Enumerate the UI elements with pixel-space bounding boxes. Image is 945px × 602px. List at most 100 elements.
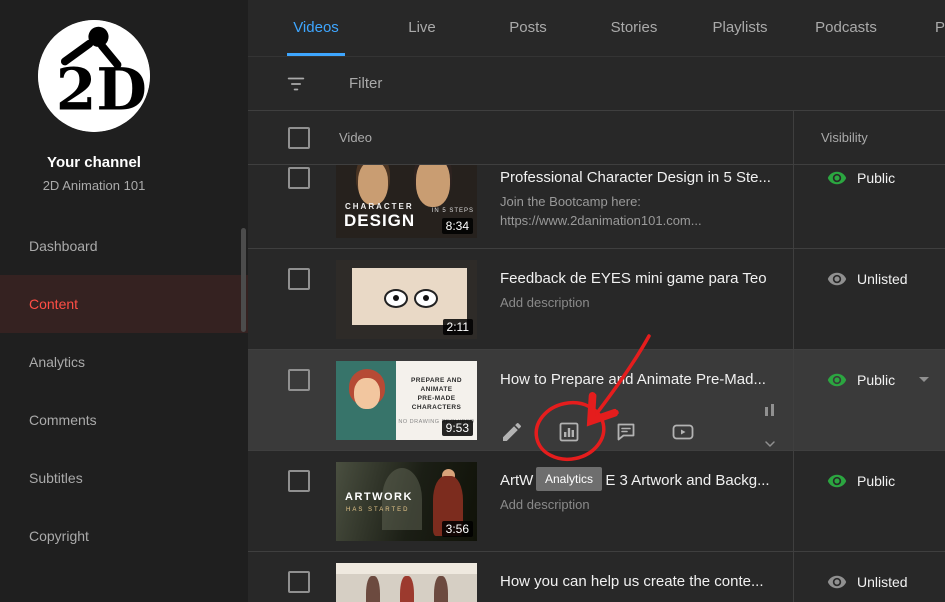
video-row-3[interactable]: PREPARE AND ANIMATE PRE-MADE CHARACTERS … xyxy=(248,350,945,451)
public-eye-icon xyxy=(827,471,847,491)
video-thumbnail[interactable]: PREPARE AND ANIMATE PRE-MADE CHARACTERS … xyxy=(336,361,477,440)
channel-name: Your channel xyxy=(0,154,188,171)
thumbnail-art xyxy=(434,576,448,602)
edit-pencil-icon[interactable] xyxy=(500,420,524,444)
thumbnail-art xyxy=(352,268,467,325)
thumbnail-text: HAS STARTED xyxy=(346,507,409,513)
select-all-checkbox[interactable] xyxy=(288,127,310,149)
duration-badge: 3:56 xyxy=(442,521,473,537)
add-description-link[interactable]: Add description xyxy=(500,497,590,512)
visibility-label: Public xyxy=(857,372,895,388)
svg-text:2D: 2D xyxy=(56,55,147,124)
sidebar-item-dashboard[interactable]: Dashboard xyxy=(0,217,248,275)
duration-badge: 2:11 xyxy=(443,319,473,335)
sidebar-item-comments[interactable]: Comments xyxy=(0,391,248,449)
channel-avatar[interactable]: 2D xyxy=(38,20,150,132)
row-hover-actions xyxy=(500,420,695,444)
visibility-cell[interactable]: Public xyxy=(793,165,945,248)
thumbnail-text: IN 5 STEPS xyxy=(432,208,474,214)
visibility-dropdown-caret[interactable] xyxy=(919,377,929,382)
visibility-column-header: Visibility xyxy=(793,111,945,164)
row-checkbox[interactable] xyxy=(288,268,310,290)
tab-stories[interactable]: Stories xyxy=(581,0,687,56)
unlisted-eye-icon xyxy=(827,572,847,592)
thumbnail-art xyxy=(400,576,414,602)
row-checkbox[interactable] xyxy=(288,167,310,189)
tab-partial[interactable]: P xyxy=(899,0,945,56)
tab-posts[interactable]: Posts xyxy=(475,0,581,56)
sidebar-item-copyright[interactable]: Copyright xyxy=(0,507,248,565)
sidebar-scrollbar[interactable] xyxy=(241,228,246,332)
thumbnail-text: DESIGN xyxy=(344,211,415,231)
filter-bar[interactable]: Filter xyxy=(248,57,945,111)
channel-subtitle: 2D Animation 101 xyxy=(0,178,188,193)
visibility-cell[interactable]: Unlisted xyxy=(793,552,945,602)
visibility-label: Public xyxy=(857,170,895,186)
video-column-header: Video xyxy=(339,130,372,145)
sidebar-item-content[interactable]: Content xyxy=(0,275,248,333)
sidebar-item-analytics[interactable]: Analytics xyxy=(0,333,248,391)
video-thumbnail[interactable]: CHARACTER DESIGN IN 5 STEPS 8:34 xyxy=(336,165,477,238)
visibility-cell[interactable]: Public xyxy=(793,451,945,551)
analytics-tooltip: Analytics xyxy=(536,467,602,491)
visibility-cell[interactable]: Unlisted xyxy=(793,249,945,349)
video-row-2[interactable]: 2:11 Feedback de EYES mini game para Teo… xyxy=(248,249,945,350)
row-checkbox[interactable] xyxy=(288,470,310,492)
thumbnail-art xyxy=(358,165,388,205)
mini-stats-icon[interactable] xyxy=(762,402,778,418)
thumbnail-text: CHARACTER xyxy=(345,202,414,211)
row-checkbox[interactable] xyxy=(288,571,310,593)
video-title-suffix: E 3 Artwork and Backg... xyxy=(605,472,769,489)
tab-live[interactable]: Live xyxy=(369,0,475,56)
visibility-cell[interactable]: Public xyxy=(793,350,945,450)
video-list: CHARACTER DESIGN IN 5 STEPS 8:34 Profess… xyxy=(248,165,945,602)
filter-icon xyxy=(285,73,307,95)
video-description: Join the Bootcamp here: https://www.2dan… xyxy=(500,192,793,230)
duration-badge: 9:53 xyxy=(442,420,473,436)
unlisted-eye-icon xyxy=(827,269,847,289)
public-eye-icon xyxy=(827,168,847,188)
video-row-1[interactable]: CHARACTER DESIGN IN 5 STEPS 8:34 Profess… xyxy=(248,165,945,249)
channel-logo-icon: 2D xyxy=(38,20,150,132)
video-thumbnail[interactable]: ARTWORK HAS STARTED 3:56 xyxy=(336,462,477,541)
video-title[interactable]: Professional Character Design in 5 Ste..… xyxy=(500,169,780,186)
youtube-studio-app: 2D Your channel 2D Animation 101 Dashboa… xyxy=(0,0,945,602)
sidebar-item-subtitles[interactable]: Subtitles xyxy=(0,449,248,507)
duration-badge: 8:34 xyxy=(442,218,473,234)
content-main: Videos Live Posts Stories Playlists Podc… xyxy=(248,0,945,602)
video-thumbnail[interactable] xyxy=(336,563,477,602)
filter-label: Filter xyxy=(349,75,382,92)
visibility-label: Unlisted xyxy=(857,574,908,590)
sidebar: 2D Your channel 2D Animation 101 Dashboa… xyxy=(0,0,248,602)
add-description-link[interactable]: Add description xyxy=(500,295,590,310)
chevron-down-icon[interactable] xyxy=(762,436,778,452)
youtube-watch-icon[interactable] xyxy=(671,420,695,444)
thumbnail-art xyxy=(354,378,380,409)
comments-icon[interactable] xyxy=(614,420,638,444)
tab-podcasts[interactable]: Podcasts xyxy=(793,0,899,56)
visibility-column-label: Visibility xyxy=(821,130,868,145)
thumbnail-text: PRE-MADE CHARACTERS xyxy=(396,394,477,412)
content-tabs: Videos Live Posts Stories Playlists Podc… xyxy=(248,0,945,57)
analytics-icon[interactable] xyxy=(557,420,581,444)
sidebar-menu: Dashboard Content Analytics Comments Sub… xyxy=(0,217,248,565)
tab-playlists[interactable]: Playlists xyxy=(687,0,793,56)
visibility-label: Unlisted xyxy=(857,271,908,287)
row-checkbox[interactable] xyxy=(288,369,310,391)
public-eye-icon xyxy=(827,370,847,390)
video-thumbnail[interactable]: 2:11 xyxy=(336,260,477,339)
thumbnail-art xyxy=(416,165,450,207)
thumbnail-text: ARTWORK xyxy=(345,491,413,503)
video-title[interactable]: How to Prepare and Animate Pre-Mad... xyxy=(500,371,780,388)
tab-videos[interactable]: Videos xyxy=(263,0,369,56)
description-line-2: https://www.2danimation101.com... xyxy=(500,211,793,230)
description-line-1: Join the Bootcamp here: xyxy=(500,192,793,211)
table-header: Video Visibility xyxy=(248,111,945,165)
video-row-5[interactable]: How you can help us create the conte... … xyxy=(248,552,945,602)
thumbnail-art xyxy=(336,563,477,574)
video-title[interactable]: Feedback de EYES mini game para Teo xyxy=(500,270,780,287)
thumbnail-art xyxy=(366,576,380,602)
visibility-label: Public xyxy=(857,473,895,489)
video-title-prefix: ArtW xyxy=(500,472,533,489)
video-title[interactable]: How you can help us create the conte... xyxy=(500,573,780,590)
